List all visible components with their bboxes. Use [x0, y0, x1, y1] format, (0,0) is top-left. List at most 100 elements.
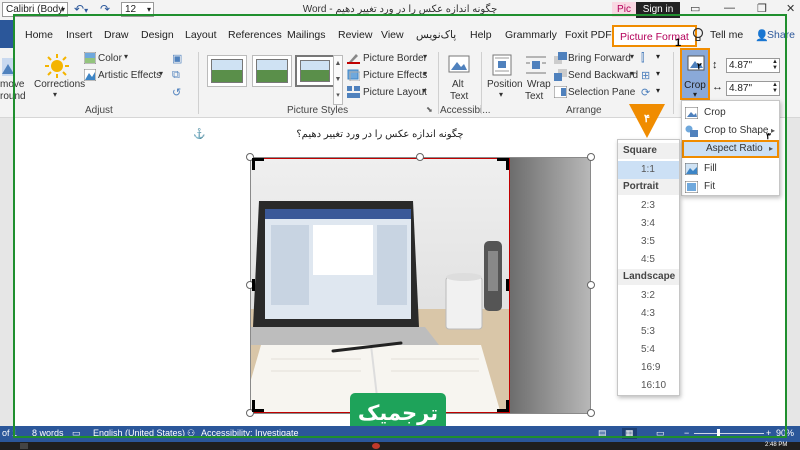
aspect-ratio-1-1[interactable]: 1:1	[618, 161, 679, 179]
bring-forward-button[interactable]: Bring Forward	[568, 53, 631, 64]
chevron-down-icon[interactable]: ▾	[630, 52, 634, 61]
selection-pane-button[interactable]: Selection Pane	[568, 87, 635, 98]
crop-handle-bottom-right[interactable]	[506, 400, 509, 412]
width-input[interactable]: 4.87" ▲ ▼	[726, 81, 780, 96]
crop-handle-top-right[interactable]	[506, 158, 509, 170]
menu-item-crop[interactable]: Crop	[682, 104, 779, 122]
color-button[interactable]: Color	[98, 53, 122, 64]
position-icon[interactable]	[490, 53, 514, 77]
tab-help[interactable]: Help	[470, 29, 492, 41]
send-backward-button[interactable]: Send Backward	[568, 70, 638, 81]
picture-border-button[interactable]: Picture Border	[363, 53, 427, 64]
lightbulb-icon[interactable]	[692, 27, 704, 43]
chevron-down-icon[interactable]: ▾	[61, 3, 65, 16]
aspect-ratio-2-3[interactable]: 2:3	[618, 197, 679, 215]
picture-effects-button[interactable]: Picture Effects	[363, 70, 427, 81]
close-icon[interactable]: ✕	[786, 2, 795, 15]
aspect-ratio-3-5[interactable]: 3:5	[618, 233, 679, 251]
tab-design[interactable]: Design	[141, 29, 174, 41]
rotate-icon[interactable]: ⟳	[641, 86, 650, 99]
wrap-text-label-2[interactable]: Text	[525, 91, 543, 102]
crop-handle-bottom-left[interactable]	[252, 400, 255, 412]
tab-view[interactable]: View	[381, 29, 404, 41]
aspect-ratio-5-4[interactable]: 5:4	[618, 341, 679, 359]
chevron-down-icon[interactable]: ▾	[422, 86, 426, 95]
chevron-down-icon[interactable]: ▾	[499, 90, 503, 99]
height-input[interactable]: 4.87" ▲ ▼	[726, 58, 780, 73]
aspect-ratio-3-2[interactable]: 3:2	[618, 287, 679, 305]
share-button[interactable]: Share	[767, 29, 795, 41]
zoom-level[interactable]: 90%	[776, 428, 794, 438]
menu-item-fill[interactable]: Fill	[682, 160, 779, 178]
tab-layout[interactable]: Layout	[185, 29, 217, 41]
tab-paknevis[interactable]: پاک‌نویس	[416, 29, 456, 41]
align-icon[interactable]: ⫿	[641, 52, 645, 65]
font-name-box[interactable]: Calibri (Body ▾	[2, 2, 68, 17]
compress-pictures-icon[interactable]: ▣	[172, 52, 182, 65]
tab-picture-format[interactable]: Picture Format	[612, 25, 697, 47]
alt-text-icon[interactable]	[447, 53, 471, 77]
tab-foxit-pdf[interactable]: Foxit PDF	[565, 29, 612, 41]
aspect-ratio-4-3[interactable]: 4:3	[618, 305, 679, 323]
picture-style-2[interactable]	[252, 55, 292, 87]
redo-icon[interactable]: ↷	[100, 2, 110, 16]
aspect-ratio-16-10[interactable]: 16:10	[618, 377, 679, 395]
aspect-ratio-16-9[interactable]: 16:9	[618, 359, 679, 377]
alt-text-label-2[interactable]: Text	[450, 91, 468, 102]
font-size-box[interactable]: 12 ▾	[121, 2, 154, 17]
crop-handle-left[interactable]	[252, 279, 255, 291]
tab-grammarly[interactable]: Grammarly	[505, 29, 557, 41]
spinner-icon[interactable]: ▲ ▼	[772, 82, 778, 94]
chevron-down-icon[interactable]: ▾	[159, 69, 163, 78]
chevron-down-icon[interactable]: ▾	[656, 86, 660, 95]
picture-layout-button[interactable]: Picture Layout	[363, 87, 427, 98]
language-indicator[interactable]: English (United States)	[93, 428, 185, 438]
file-tab[interactable]	[0, 20, 14, 48]
web-layout-icon[interactable]: ▭	[656, 428, 665, 439]
ribbon-display-icon[interactable]: ▭	[690, 2, 700, 15]
chevron-down-icon[interactable]: ▾	[423, 69, 427, 78]
group-objects-icon[interactable]: ⊞	[641, 69, 650, 82]
resize-handle-top-right[interactable]	[587, 153, 595, 161]
chevron-down-icon[interactable]: ▾	[656, 69, 660, 78]
resize-handle-right[interactable]	[587, 281, 595, 289]
picture-style-3[interactable]	[295, 55, 335, 87]
artistic-effects-button[interactable]: Artistic Effects	[98, 70, 161, 81]
chevron-down-icon[interactable]: ▾	[147, 3, 151, 16]
zoom-slider[interactable]	[694, 433, 764, 434]
crop-button[interactable]: Crop ▾	[680, 48, 710, 100]
taskbar-app-icon[interactable]	[372, 443, 380, 449]
chevron-down-icon[interactable]: ▾	[423, 52, 427, 61]
focus-mode-icon[interactable]: ▤	[598, 428, 607, 439]
menu-item-aspect-ratio[interactable]: Aspect Ratio ▸	[682, 140, 779, 158]
crop-handle-right[interactable]	[506, 279, 509, 291]
gallery-scroll[interactable]: ▲ ▼ ▾	[333, 55, 343, 105]
zoom-in-icon[interactable]: +	[766, 428, 771, 438]
tab-review[interactable]: Review	[338, 29, 372, 41]
aspect-ratio-4-5[interactable]: 4:5	[618, 251, 679, 269]
chevron-down-icon[interactable]: ▾	[682, 90, 708, 99]
position-button[interactable]: Position	[487, 79, 523, 90]
undo-icon[interactable]: ↶▾	[74, 2, 88, 16]
spinner-icon[interactable]: ▲ ▼	[772, 59, 778, 71]
dialog-launcher-icon[interactable]: ⬊	[426, 105, 433, 114]
tab-insert[interactable]: Insert	[66, 29, 92, 41]
corrections-sun-icon[interactable]	[44, 53, 70, 79]
wrap-text-label-1[interactable]: Wrap	[527, 79, 551, 90]
picture-style-1[interactable]	[207, 55, 247, 87]
remove-background-label-2[interactable]: round	[0, 91, 26, 102]
crop-handle-top-left[interactable]	[252, 158, 255, 170]
wrap-text-icon[interactable]	[524, 53, 548, 77]
sign-in-button[interactable]: Sign in	[636, 2, 680, 18]
tab-mailings[interactable]: Mailings	[287, 29, 326, 41]
tab-references[interactable]: References	[228, 29, 282, 41]
resize-handle-top[interactable]	[416, 153, 424, 161]
chevron-down-icon[interactable]: ▾	[630, 69, 634, 78]
change-picture-icon[interactable]: ⧉	[172, 69, 180, 82]
chevron-down-icon[interactable]: ▾	[53, 90, 57, 99]
tab-home[interactable]: Home	[25, 29, 53, 41]
print-layout-icon[interactable]: ▦	[622, 428, 637, 439]
menu-item-fit[interactable]: Fit	[682, 178, 779, 196]
minimize-icon[interactable]: —	[724, 2, 735, 14]
corrections-button[interactable]: Corrections	[34, 79, 85, 90]
